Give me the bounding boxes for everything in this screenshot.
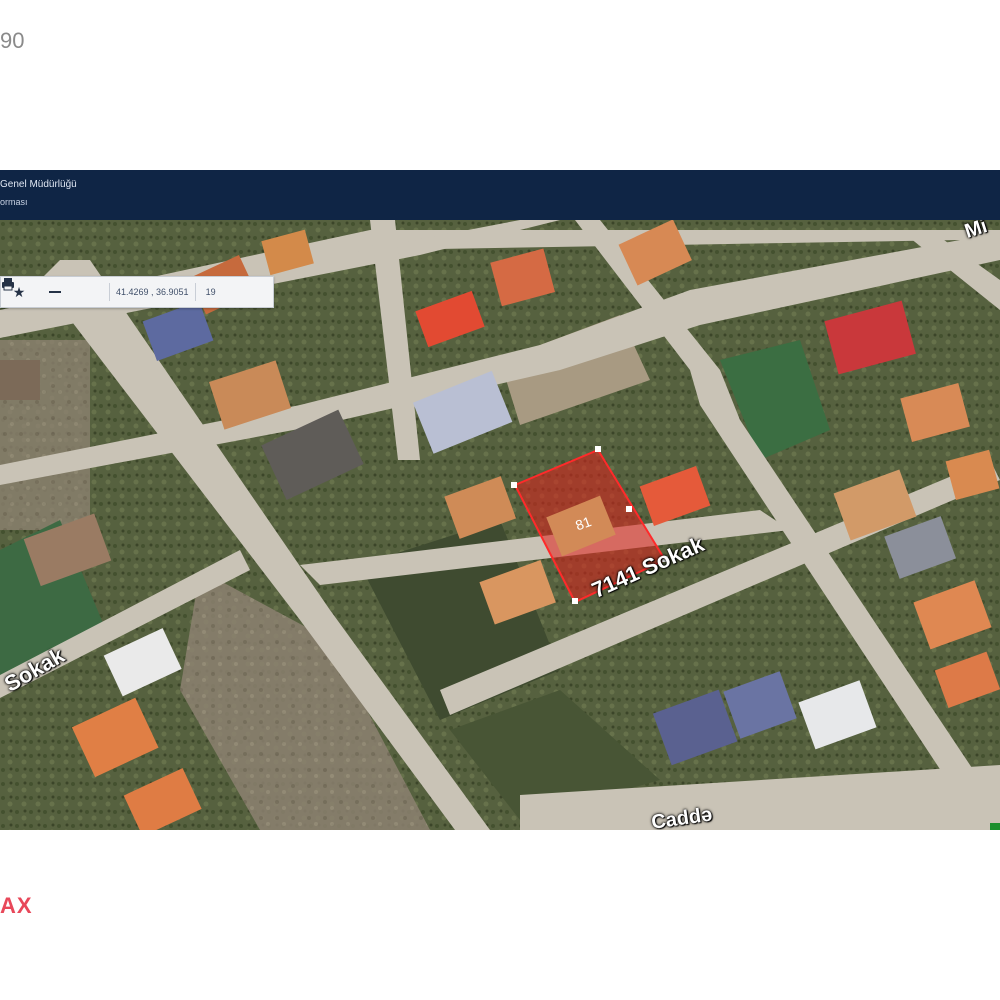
brand-logo-text: AX — [0, 893, 33, 918]
page-number: 90 — [0, 28, 25, 53]
map-canvas[interactable]: 81 7141 Sokak Sokak Caddə Mi ★ 41.4269 ,… — [0, 220, 1000, 830]
print-button[interactable] — [2, 277, 109, 307]
print-icon — [2, 278, 14, 291]
map-edge-marker — [990, 823, 1000, 830]
measure-button[interactable] — [37, 277, 73, 307]
minus-icon — [49, 291, 61, 293]
satellite-imagery[interactable]: 81 — [0, 220, 1000, 830]
coordinate-readout: 41.4269 , 36.9051 — [116, 287, 189, 297]
map-app-window: Genel Müdürlüğü orması 81 7141 Sokak Sok… — [0, 170, 1000, 830]
app-subtitle: orması — [0, 197, 28, 207]
app-header: Genel Müdürlüğü orması — [0, 170, 1000, 220]
zoom-level: 19 — [205, 287, 216, 297]
organization-name: Genel Müdürlüğü — [0, 179, 77, 190]
map-toolbar: ★ 41.4269 , 36.9051 19 — [0, 276, 274, 308]
